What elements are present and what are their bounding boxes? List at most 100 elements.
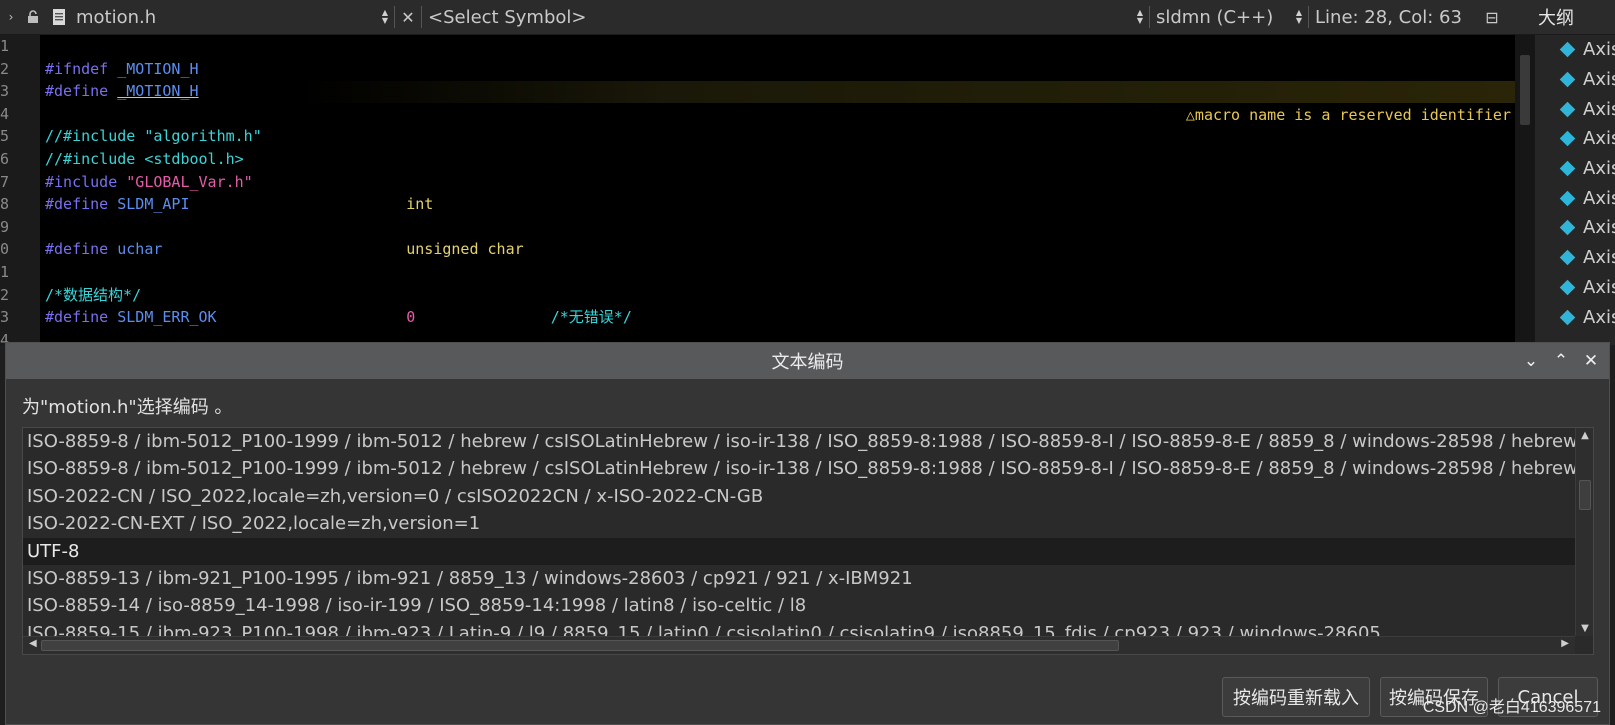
encoding-list[interactable]: ISO-8859-8 / ibm-5012_P100-1999 / ibm-50…: [22, 427, 1594, 655]
split-editor-button[interactable]: ⊟: [1477, 0, 1507, 34]
symbol-diamond-icon: [1559, 160, 1576, 177]
outline-item[interactable]: Axis: [1535, 35, 1615, 65]
maximize-icon[interactable]: ⌃: [1551, 351, 1571, 371]
symbol-diamond-icon: [1559, 131, 1576, 147]
read-only-toggle[interactable]: [22, 0, 44, 34]
dialog-prompt: 为"motion.h"选择编码 。: [22, 397, 233, 418]
outline-item-label: Axis: [1583, 128, 1615, 150]
code-line: #include "GLOBAL_Var.h": [45, 172, 253, 191]
encoding-list-vertical-scrollbar[interactable]: ▲ ▼: [1575, 428, 1593, 636]
code-line: #define _MOTION_H: [45, 82, 199, 101]
warning-message: macro name is a reserved identifier: [1194, 105, 1511, 124]
outline-item-label: Axis: [1583, 158, 1615, 180]
symbol-select-text: <Select Symbol>: [428, 6, 587, 28]
scrollbar-thumb[interactable]: [41, 640, 1119, 651]
outline-item-label: Axis: [1583, 69, 1615, 91]
line-number: 2: [0, 285, 10, 304]
diagnostic-warning: △macro name is a reserved identifier: [1150, 81, 1511, 124]
lock-icon: [28, 10, 38, 23]
outline-item[interactable]: Axis: [1535, 124, 1615, 154]
symbol-diamond-icon: [1559, 42, 1576, 58]
outline-item[interactable]: Axis: [1535, 213, 1615, 243]
outline-item[interactable]: Axis: [1535, 273, 1615, 303]
symbol-diamond-icon: [1559, 101, 1576, 117]
code-line: #define uchar unsigned char: [45, 240, 524, 259]
encoding-option[interactable]: ISO-8859-13 / ibm-921_P100-1995 / ibm-92…: [23, 565, 1575, 592]
file-selector[interactable]: motion.h ▲ ▼: [74, 0, 394, 34]
scrollbar-thumb[interactable]: [1579, 480, 1591, 510]
chevron-right-icon: ›: [8, 10, 14, 24]
code-line: #define SLDM_ERR_OK 0 /*无错误*/: [45, 308, 632, 327]
code-line: #define SLDM_API int: [45, 195, 434, 214]
outline-header: 大纲: [1535, 0, 1615, 35]
line-number: 0: [0, 240, 10, 259]
outline-item[interactable]: Axis: [1535, 94, 1615, 124]
encoding-option[interactable]: ISO-8859-8 / ibm-5012_P100-1999 / ibm-50…: [23, 428, 1575, 455]
encoding-rows: ISO-8859-8 / ibm-5012_P100-1999 / ibm-50…: [23, 428, 1593, 647]
line-number: 6: [0, 149, 10, 168]
scroll-right-icon[interactable]: ▶: [1561, 638, 1569, 649]
text-encoding-dialog: 文本编码 ⌄ ⌃ ✕ 为"motion.h"选择编码 。 ISO-8859-8 …: [5, 342, 1610, 725]
scroll-up-icon[interactable]: ▲: [1576, 430, 1593, 441]
file-name: motion.h: [76, 6, 157, 28]
updown-arrows-icon: ▲ ▼: [1295, 8, 1302, 25]
symbol-diamond-icon: [1559, 190, 1576, 207]
line-number: 1: [0, 37, 10, 55]
outline-title: 大纲: [1538, 8, 1574, 29]
encoding-option[interactable]: ISO-2022-CN / ISO_2022,locale=zh,version…: [23, 483, 1575, 510]
outline-item[interactable]: Axis: [1535, 302, 1615, 332]
symbol-diamond-icon: [1559, 71, 1576, 88]
encoding-option[interactable]: ISO-2022-CN-EXT / ISO_2022,locale=zh,ver…: [23, 510, 1575, 537]
line-number: 3: [0, 82, 10, 101]
line-number: 7: [0, 172, 10, 191]
scrollbar-thumb[interactable]: [1520, 55, 1530, 125]
reload-with-encoding-button[interactable]: 按编码重新载入: [1222, 677, 1370, 717]
symbol-diamond-icon: [1559, 249, 1576, 266]
editor-toolbar: › motion.h ▲ ▼ ✕ <Select Symbol> ▲ ▼ sldmn…: [0, 0, 1535, 35]
line-number: 2: [0, 59, 10, 78]
code-line: //#include <stdbool.h>: [45, 150, 244, 168]
outline-item[interactable]: Axis: [1535, 183, 1615, 213]
encoding-option[interactable]: UTF-8: [23, 537, 1575, 565]
outline-item-label: Axis: [1583, 306, 1615, 328]
close-icon: ✕: [401, 7, 415, 27]
nav-arrow[interactable]: ›: [0, 0, 22, 34]
line-number: 8: [0, 195, 10, 214]
line-number: 4: [0, 104, 10, 123]
outline-item-label: Axis: [1583, 217, 1615, 239]
scroll-down-icon[interactable]: ▼: [1576, 623, 1593, 634]
symbol-selector[interactable]: <Select Symbol> ▲ ▼: [422, 0, 1149, 34]
encoding-option[interactable]: ISO-8859-8 / ibm-5012_P100-1999 / ibm-50…: [23, 455, 1575, 482]
outline-item-label: Axis: [1583, 98, 1615, 120]
window-controls: ⌄ ⌃ ✕: [1521, 343, 1601, 379]
build-target: sldmn (C++): [1156, 6, 1274, 28]
outline-item[interactable]: Axis: [1535, 154, 1615, 184]
outline-item[interactable]: Axis: [1535, 65, 1615, 95]
encoding-option[interactable]: ISO-8859-14 / iso-8859_14-1998 / iso-ir-…: [23, 592, 1575, 619]
outline-panel: Axis Axis Axis Axis Axis Axis Axis Axis Axis Axis: [1535, 35, 1615, 345]
encoding-list-horizontal-scrollbar[interactable]: ◀ ▶: [23, 636, 1575, 654]
code-vertical-scrollbar[interactable]: [1515, 35, 1535, 345]
symbol-diamond-icon: [1559, 279, 1576, 296]
code-line: //#include "algorithm.h": [45, 127, 262, 146]
line-number: 1: [0, 262, 10, 281]
close-icon[interactable]: ✕: [1581, 351, 1601, 371]
line-number: 9: [0, 217, 10, 236]
dialog-titlebar: 文本编码 ⌄ ⌃ ✕: [6, 343, 1609, 379]
line-number: 5: [0, 127, 10, 146]
outline-item-label: Axis: [1583, 39, 1615, 61]
build-target-selector[interactable]: sldmn (C++) ▲ ▼: [1150, 0, 1308, 34]
document-icon: [53, 9, 65, 25]
scroll-left-icon[interactable]: ◀: [29, 638, 37, 649]
cursor-position-text: Line: 28, Col: 63: [1315, 6, 1462, 28]
cursor-position[interactable]: Line: 28, Col: 63: [1309, 0, 1477, 34]
close-document-button[interactable]: ✕: [395, 0, 421, 34]
dialog-title: 文本编码: [771, 352, 844, 373]
warning-triangle-icon: △: [1185, 105, 1195, 124]
outline-item[interactable]: Axis: [1535, 243, 1615, 273]
code-editor[interactable]: △macro name is a reserved identifier #if…: [40, 35, 1520, 345]
code-line: #ifndef _MOTION_H: [45, 59, 199, 78]
minimize-icon[interactable]: ⌄: [1521, 351, 1541, 371]
outline-item-label: Axis: [1583, 187, 1615, 209]
file-type: [44, 0, 74, 34]
